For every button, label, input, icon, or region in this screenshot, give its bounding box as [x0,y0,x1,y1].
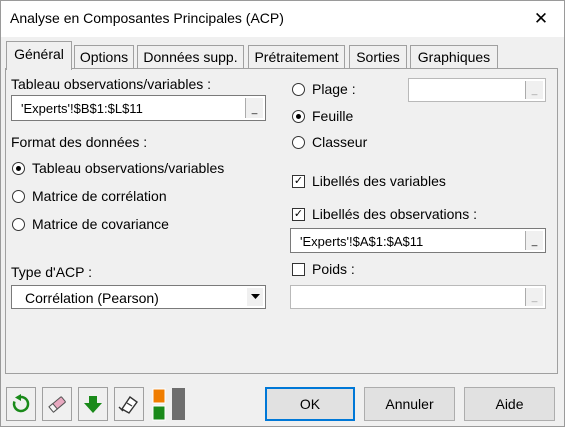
format-option-label: Matrice de corrélation [32,188,167,204]
ok-label: OK [299,396,321,412]
pca-type-select[interactable]: Corrélation (Pearson) [11,285,266,309]
checkbox[interactable]: ✓ [292,175,305,188]
tab-label: Graphiques [417,49,491,65]
range-option-label: Feuille [312,108,354,124]
radio-button[interactable] [292,110,305,123]
weights-input[interactable]: _ [290,285,546,309]
radio-button[interactable] [292,83,305,96]
pca-type-label: Type d'ACP : [11,264,93,280]
obs-var-ref-button[interactable]: _ [245,98,263,118]
cancel-label: Annuler [385,396,434,412]
weights-label: Poids : [312,261,355,277]
radio-button[interactable] [12,162,25,175]
window-title: Analyse en Composantes Principales (ACP) [10,10,284,26]
radio-button[interactable] [12,218,25,231]
obs-labels-ref-button[interactable]: _ [525,231,543,250]
tab-sorties[interactable]: Sorties [349,45,407,69]
load-icon [118,396,138,414]
eraser-icon [48,396,66,413]
cancel-button[interactable]: Annuler [364,387,455,421]
down-button[interactable] [78,387,108,421]
tab-bar: Général Options Données supp. Prétraitem… [1,41,564,70]
title-bar: Analyse en Composantes Principales (ACP)… [1,1,564,37]
tab-pretraitement[interactable]: Prétraitement [248,45,345,69]
tab-label: Prétraitement [254,49,339,65]
tab-label: Options [79,49,129,65]
layout-toggle-icon [152,388,166,421]
reset-icon [12,394,30,413]
arrow-down-icon [84,396,102,413]
range-select-icon: _ [531,236,538,247]
range-select-icon: _ [251,104,258,115]
acp-dialog: Analyse en Composantes Principales (ACP)… [0,0,565,427]
obs-var-input[interactable]: 'Experts'!$B$1:$L$11 _ [11,95,266,121]
checkbox[interactable] [292,263,305,276]
tab-label: Données supp. [143,49,238,65]
radio-button[interactable] [292,136,305,149]
range-select-icon: _ [531,85,538,96]
tab-options[interactable]: Options [74,45,134,69]
obs-var-label: Tableau observations/variables : [11,76,212,92]
range-select-icon: _ [531,292,538,303]
help-button[interactable]: Aide [464,387,555,421]
reset-button[interactable] [6,387,36,421]
format-option-label: Tableau observations/variables [32,160,225,176]
obs-labels-input[interactable]: 'Experts'!$A$1:$A$11 _ [290,228,546,253]
format-label: Format des données : [11,134,148,150]
radio-button[interactable] [12,190,25,203]
obs-labels-label: Libellés des observations : [312,206,477,222]
close-icon: ✕ [533,9,549,28]
tab-graphiques[interactable]: Graphiques [410,45,498,69]
options-side-toggle[interactable] [172,388,185,420]
range-option-label: Plage : [312,81,356,97]
check-icon: ✓ [293,208,304,220]
weights-ref-button[interactable]: _ [525,288,543,306]
clear-button[interactable] [42,387,72,421]
help-label: Aide [495,396,524,412]
chevron-down-icon[interactable] [247,288,263,306]
load-button[interactable] [114,387,144,421]
tab-donnees-supp[interactable]: Données supp. [137,45,244,69]
checkbox[interactable]: ✓ [292,208,305,221]
ok-button[interactable]: OK [265,387,355,421]
range-option-label: Classeur [312,134,368,150]
tab-label: Général [14,46,64,62]
obs-labels-value: 'Experts'!$A$1:$A$11 [300,234,424,249]
layout-toggle[interactable] [152,388,166,421]
format-option-label: Matrice de covariance [32,216,169,232]
pca-type-value: Corrélation (Pearson) [25,290,159,306]
check-icon: ✓ [293,175,304,187]
var-labels-label: Libellés des variables [312,173,446,189]
tab-general[interactable]: Général [6,41,72,70]
obs-var-value: 'Experts'!$B$1:$L$11 [21,101,143,116]
general-panel: Tableau observations/variables : 'Expert… [5,68,558,374]
close-button[interactable]: ✕ [518,1,564,37]
range-input[interactable]: _ [408,78,546,102]
range-ref-button[interactable]: _ [525,81,543,99]
tab-label: Sorties [356,49,400,65]
